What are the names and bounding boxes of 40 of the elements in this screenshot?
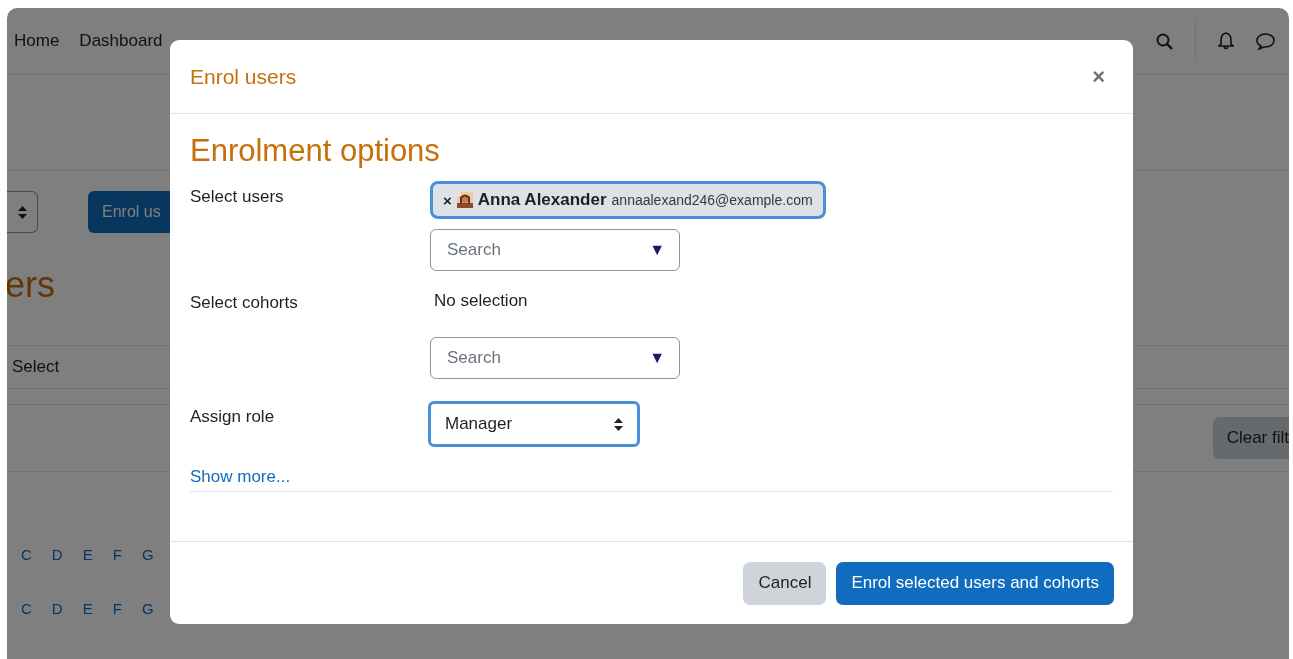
remove-button[interactable]: × — [443, 191, 452, 209]
search-field[interactable]: Search ▼ — [430, 229, 680, 271]
dropdown-arrow-icon[interactable]: ▼ — [649, 349, 665, 367]
cancel-button[interactable]: Cancel — [743, 561, 827, 605]
initial-letter-link[interactable]: D — [51, 599, 63, 617]
initial-letter-link[interactable]: G — [141, 599, 154, 617]
nav-link[interactable]: Dashboard — [79, 31, 163, 51]
search-icon[interactable] — [1156, 32, 1173, 50]
clear-filters-button[interactable]: Clear filt — [1212, 417, 1289, 459]
user-name: Anna Alexander — [477, 190, 607, 210]
empty-selection-text: No selection — [433, 290, 528, 312]
field-label: Select cohorts — [190, 292, 299, 314]
chat-icon[interactable] — [1256, 32, 1275, 50]
initial-letter-link[interactable]: F — [112, 599, 122, 617]
sort-select[interactable] — [7, 191, 38, 233]
enrol-selected-button[interactable]: Enrol selected users and cohorts — [836, 561, 1114, 605]
select-label: Select — [12, 357, 60, 377]
bell-icon[interactable] — [1218, 32, 1234, 50]
search-field[interactable]: Search ▼ — [430, 337, 680, 379]
dialog-title: Enrol users — [190, 64, 297, 89]
sort-icon — [17, 205, 27, 219]
initial-letter-link[interactable]: F — [112, 545, 122, 563]
section-title: Enrolment options — [190, 133, 441, 169]
initial-letter-link[interactable]: G — [141, 545, 154, 563]
user-chip[interactable]: × Anna Alexander annaalexand246@example.com — [430, 181, 826, 219]
initial-letter-link[interactable]: C — [21, 545, 32, 563]
page-heading: ers — [7, 265, 55, 305]
nav-link[interactable]: Home — [14, 31, 60, 51]
initial-letter-link[interactable]: E — [82, 599, 93, 617]
initial-letter-link[interactable]: C — [21, 599, 32, 617]
field-label: Select users — [190, 186, 285, 208]
close-button[interactable]: × — [1088, 63, 1109, 90]
show-more-link[interactable]: Show more... — [190, 467, 291, 487]
dropdown-arrow-icon[interactable]: ▼ — [649, 241, 665, 259]
field-label: Assign role — [190, 406, 276, 428]
role-select[interactable]: Manager — [428, 401, 640, 447]
sort-icon — [614, 417, 623, 431]
initial-letter-link[interactable]: E — [82, 545, 93, 563]
initial-letter-link[interactable]: D — [51, 545, 63, 563]
user-email: annaalexand246@example.com — [611, 192, 813, 208]
